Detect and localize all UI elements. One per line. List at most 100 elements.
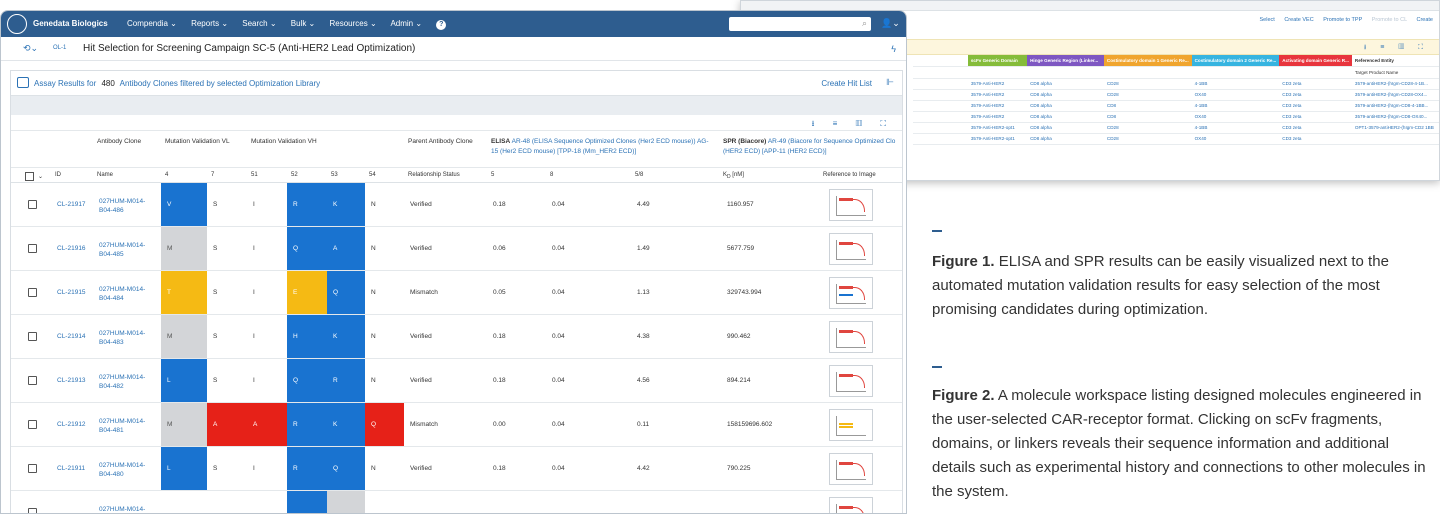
table-row[interactable]: CL-21916 027HUM-M014-B04-485 M S I Q A N Verifie… xyxy=(11,227,902,271)
promote-tpp-button[interactable]: Promote to TPP xyxy=(1323,17,1362,23)
menu-search[interactable]: Search ⌄ xyxy=(242,19,276,28)
table-row[interactable]: 3579-Anti-HER2 CD8 alpha CD28 OX40 CD3 zeta 3… xyxy=(913,89,1439,101)
menu-compendia[interactable]: Compendia ⌄ xyxy=(127,19,177,28)
promote-cl-button[interactable]: Promote to CL xyxy=(1372,17,1407,23)
row-checkbox[interactable] xyxy=(28,464,37,473)
sensorgram-thumbnail[interactable] xyxy=(829,365,873,397)
table-cell[interactable]: CD28 xyxy=(1103,133,1192,145)
user-menu-icon[interactable]: 👤⌄ xyxy=(881,18,900,29)
create-button[interactable]: Create xyxy=(1416,17,1433,23)
table-cell[interactable]: CD8 alpha xyxy=(1027,78,1104,90)
table-row[interactable]: 027HUM-M014- xyxy=(11,491,902,513)
table-row[interactable]: CL-21912 027HUM-M014-B04-481 M A A R K Q Mismatc… xyxy=(11,403,902,447)
table-cell[interactable]: 4-1BB xyxy=(1191,122,1280,134)
clone-id-link[interactable]: CL-21912 xyxy=(51,403,86,446)
table-cell[interactable] xyxy=(913,100,968,112)
table-row[interactable]: 3579-Anti-HER2 CD8 alpha CD28 4-1BB CD3 zeta… xyxy=(913,78,1439,90)
table-cell[interactable]: CD8 alpha xyxy=(1027,133,1104,145)
sensorgram-thumbnail[interactable] xyxy=(829,233,873,265)
clone-name-link[interactable]: 027HUM-M014-B04-481 xyxy=(93,403,153,446)
table-cell[interactable]: 3579-Anti-HER2 xyxy=(967,78,1028,90)
table-row[interactable]: CL-21913 027HUM-M014-B04-482 L S I Q R N Verifie… xyxy=(11,359,902,403)
table-row[interactable]: CL-21911 027HUM-M014-B04-480 L S I R Q N Verifie… xyxy=(11,447,902,491)
sensorgram-thumbnail[interactable] xyxy=(829,497,873,513)
table-cell[interactable] xyxy=(1351,133,1439,145)
table-cell[interactable]: CD8 alpha xyxy=(1027,100,1104,112)
table-cell[interactable]: 3579-Anti-HER2-opt1 xyxy=(967,133,1028,145)
table-row[interactable]: 3579-Anti-HER2-opt1 CD8 alpha CD28 4-1BB CD3… xyxy=(913,122,1439,134)
table-cell[interactable]: OX40 xyxy=(1191,111,1280,123)
row-checkbox[interactable] xyxy=(28,376,37,385)
clone-name-link[interactable]: 027HUM-M014-B04-483 xyxy=(93,315,153,358)
clone-id-link[interactable]: CL-21913 xyxy=(51,359,86,402)
table-cell[interactable]: 3579-Anti-HER2-opt1 xyxy=(967,122,1028,134)
row-checkbox[interactable] xyxy=(28,200,37,209)
table-cell[interactable]: CD3 zeta xyxy=(1279,133,1352,145)
help-icon[interactable]: ? xyxy=(436,20,447,30)
table-cell[interactable]: CD8 alpha xyxy=(1027,89,1104,101)
sensorgram-thumbnail[interactable] xyxy=(829,321,873,353)
table-cell[interactable]: 3579-Anti-HER2 xyxy=(967,100,1028,112)
row-checkbox[interactable] xyxy=(28,420,37,429)
table-cell[interactable] xyxy=(913,78,968,90)
table-cell[interactable] xyxy=(913,111,968,123)
sensorgram-thumbnail[interactable] xyxy=(829,453,873,485)
select-all-checkbox[interactable]: ⌄ xyxy=(11,167,51,183)
lightning-icon[interactable]: ϟ xyxy=(891,44,896,54)
menu-bulk[interactable]: Bulk ⌄ xyxy=(291,19,316,28)
table-cell[interactable]: CD28 xyxy=(1103,122,1192,134)
grid-tool-icons[interactable]: ⭳ ≡ ▥ ⛶ xyxy=(812,118,894,132)
table-row[interactable]: CL-21914 027HUM-M014-B04-483 M S I H K N Verifie… xyxy=(11,315,902,359)
hit-list-icon[interactable]: ⊩ xyxy=(886,77,894,88)
table-cell[interactable]: CD8 alpha xyxy=(1027,122,1104,134)
clone-id-link[interactable]: CL-21915 xyxy=(51,271,86,314)
clone-name-link[interactable]: 027HUM-M014-B04-486 xyxy=(93,183,153,226)
table-cell[interactable]: 3579-Anti-HER2 xyxy=(967,111,1028,123)
table-cell[interactable]: OX40 xyxy=(1191,89,1280,101)
table-cell[interactable]: CD8 alpha xyxy=(1027,111,1104,123)
table-row[interactable]: CL-21917 027HUM-M014-B04-486 V S I R K N Verifie… xyxy=(11,183,902,227)
table-cell[interactable]: CD3 zeta xyxy=(1279,111,1352,123)
panel-title-suffix[interactable]: Antibody Clones filtered by selected Opt… xyxy=(120,79,321,88)
table-cell[interactable]: 3579-antiHER2-(hIgm-CD28-OX4... xyxy=(1351,89,1439,101)
clone-id-link[interactable]: CL-21914 xyxy=(51,315,86,358)
table-cell[interactable] xyxy=(913,89,968,101)
clone-id-link[interactable]: CL-21917 xyxy=(51,183,86,226)
create-vec-button[interactable]: Create VEC xyxy=(1284,17,1313,23)
global-search-input[interactable]: ⌕ xyxy=(729,17,871,31)
menu-reports[interactable]: Reports ⌄ xyxy=(191,19,228,28)
select-button[interactable]: Select xyxy=(1260,17,1275,23)
table-cell[interactable]: 3579-antiHER2-(hIgm-CD28-4-1B... xyxy=(1351,78,1439,90)
table-cell[interactable]: CD28 xyxy=(1103,78,1192,90)
clone-id-link[interactable]: CL-21911 xyxy=(51,447,85,490)
table-cell[interactable]: 3579-Anti-HER2 xyxy=(967,89,1028,101)
sensorgram-thumbnail[interactable] xyxy=(829,409,873,441)
table-cell[interactable]: CD3 zeta xyxy=(1279,122,1352,134)
row-checkbox[interactable] xyxy=(28,288,37,297)
table-tools[interactable]: ⭳ ≡ ▥ ⛶ xyxy=(1364,43,1429,54)
table-cell[interactable] xyxy=(913,122,968,134)
table-cell[interactable]: CD3 zeta xyxy=(1279,78,1352,90)
table-cell[interactable]: CD3 zeta xyxy=(1279,100,1352,112)
clone-name-link[interactable]: 027HUM-M014-B04-480 xyxy=(93,447,153,490)
table-row[interactable]: 3579-Anti-HER2 CD8 alpha CD8 4-1BB CD3 zeta 3… xyxy=(913,100,1439,112)
table-cell[interactable]: 4-1BB xyxy=(1191,100,1280,112)
table-cell[interactable]: CD8 xyxy=(1103,100,1192,112)
table-row[interactable]: 3579-Anti-HER2 CD8 alpha CD8 OX40 CD3 zeta 35… xyxy=(913,111,1439,123)
clone-name-link[interactable]: 027HUM-M014-B04-482 xyxy=(93,359,153,402)
table-cell[interactable] xyxy=(913,133,968,145)
table-cell[interactable]: CD28 xyxy=(1103,89,1192,101)
table-cell[interactable]: CD8 xyxy=(1103,111,1192,123)
sensorgram-thumbnail[interactable] xyxy=(829,277,873,309)
table-cell[interactable]: 4-1BB xyxy=(1191,78,1280,90)
clone-id-link[interactable] xyxy=(51,491,57,513)
elisa-assay-link[interactable]: AR-48 (ELISA Sequence Optimized Clones (… xyxy=(491,138,709,155)
clone-id-link[interactable]: CL-21916 xyxy=(51,227,86,270)
table-row[interactable]: 3579-Anti-HER2-opt1 CD8 alpha CD28 OX40 CD3 … xyxy=(913,133,1439,145)
ol-tag[interactable]: OL-1 xyxy=(53,45,66,51)
sensorgram-thumbnail[interactable] xyxy=(829,189,873,221)
row-checkbox[interactable] xyxy=(28,332,37,341)
row-checkbox[interactable] xyxy=(28,508,37,513)
history-icon[interactable]: ⟲⌄ xyxy=(23,43,38,54)
create-hit-list-button[interactable]: Create Hit List xyxy=(821,79,872,88)
